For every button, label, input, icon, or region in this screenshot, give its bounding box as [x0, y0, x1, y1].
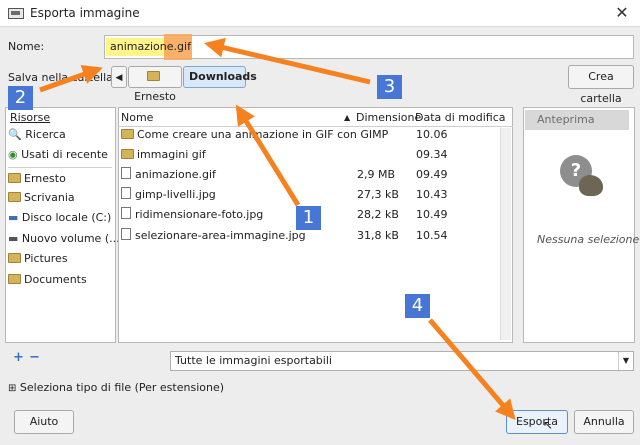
file-date: 10.06 — [416, 128, 448, 141]
file-date: 09.49 — [416, 168, 448, 181]
file-icon — [121, 207, 131, 219]
sidebar-item-label: Disco locale (C:) — [21, 211, 112, 224]
file-size: 27,3 kB — [357, 188, 399, 201]
sidebar-item-scrivania[interactable]: Scrivania — [8, 189, 112, 207]
annotation-badge-1: 1 — [296, 206, 321, 230]
file-size: 28,2 kB — [357, 208, 399, 221]
folder-icon — [147, 71, 160, 81]
file-name: selezionare-area-immagine.jpg — [135, 229, 306, 242]
help-button[interactable]: Aiuto — [14, 410, 74, 434]
sidebar-item-label: Pictures — [24, 252, 68, 265]
drive-icon: ▬ — [8, 232, 19, 245]
expander-icon: ⊞ — [8, 383, 17, 394]
window-title: Esporta immagine — [30, 6, 140, 20]
file-row[interactable]: animazione.gif — [121, 165, 353, 185]
file-name: animazione.gif — [135, 168, 216, 181]
file-list-scrollbar[interactable] — [500, 128, 511, 340]
folder-icon — [8, 192, 21, 202]
folder-icon — [121, 149, 134, 159]
sidebar-item-label: Nuovo volume (... — [21, 232, 120, 245]
sidebar-item-nuovo-volume[interactable]: ▬ Nuovo volume (... — [8, 230, 120, 248]
folder-icon — [121, 129, 134, 139]
add-bookmark-button[interactable]: + — [13, 350, 24, 365]
filename-base: animazione — [110, 40, 174, 53]
file-type-expander[interactable]: ⊞ Seleziona tipo di file (Per estensione… — [8, 381, 224, 394]
sidebar-item-ricerca[interactable]: 🔍 Ricerca — [8, 126, 112, 144]
file-name: Come creare una animazione in GIF con GI… — [137, 128, 389, 141]
remove-bookmark-button[interactable]: − — [29, 350, 40, 365]
folder-icon — [8, 274, 21, 284]
column-label: Nome — [121, 111, 154, 124]
filename-value: animazione.gif — [110, 40, 191, 53]
close-icon[interactable]: ✕ — [610, 2, 634, 24]
file-filter-select[interactable]: Tutte le immagini esportabili — [170, 351, 634, 371]
sidebar-item-label: Ricerca — [25, 128, 66, 141]
search-icon: 🔍 — [8, 128, 22, 141]
recent-icon: ◉ — [8, 148, 18, 161]
filter-value: Tutte le immagini esportabili — [175, 354, 332, 367]
preview-empty-text: Nessuna selezione — [537, 233, 640, 246]
preview-pane — [523, 107, 635, 343]
sidebar-item-ernesto[interactable]: Ernesto — [8, 170, 112, 188]
filename-extension: gif — [177, 40, 191, 53]
breadcrumb-downloads[interactable]: Downloads — [183, 66, 257, 88]
file-date: 10.43 — [416, 188, 448, 201]
file-date: 10.54 — [416, 229, 448, 242]
sidebar-item-label: Usati di recente — [21, 148, 108, 161]
sidebar-item-label: Documents — [24, 273, 87, 286]
sidebar-item-recent[interactable]: ◉ Usati di recente — [8, 146, 112, 164]
file-icon — [121, 228, 131, 240]
cancel-button[interactable]: Annulla — [574, 410, 634, 434]
preview-header: Anteprima — [525, 110, 629, 130]
annotation-badge-2: 2 — [8, 86, 33, 110]
sort-ascending-icon: ▲ — [344, 113, 351, 122]
sidebar-item-disco-locale[interactable]: ▬ Disco locale (C:) — [8, 209, 112, 227]
folder-icon — [8, 173, 21, 183]
image-export-icon — [8, 8, 24, 19]
column-header-size[interactable]: Dimensione — [356, 109, 421, 126]
column-header-date[interactable]: Data di modifica — [415, 109, 513, 126]
mascot-icon — [579, 175, 603, 196]
file-row[interactable]: gimp-livelli.jpg — [121, 185, 353, 205]
name-label: Nome: — [8, 40, 45, 53]
mouse-cursor-icon: ↖ — [543, 418, 554, 432]
places-header: Risorse — [10, 111, 51, 124]
file-size: 2,9 MB — [357, 168, 396, 181]
file-name: ridimensionare-foto.jpg — [135, 208, 264, 221]
sidebar-separator — [8, 167, 112, 168]
column-header-name[interactable]: Nome — [121, 109, 353, 126]
sidebar-item-label: Scrivania — [24, 191, 75, 204]
drive-icon: ▬ — [8, 211, 19, 224]
annotation-badge-3: 3 — [377, 75, 402, 99]
file-name: gimp-livelli.jpg — [135, 188, 216, 201]
file-type-label: Seleziona tipo di file (Per estensione) — [19, 381, 225, 394]
save-in-folder-label: Salva nella cartella: — [8, 71, 117, 84]
breadcrumb-ernesto[interactable]: Ernesto — [128, 66, 182, 103]
file-size: 31,8 kB — [357, 229, 399, 242]
sidebar-item-documents[interactable]: Documents — [8, 271, 112, 289]
breadcrumb-label: Ernesto — [134, 90, 176, 103]
chevron-down-icon[interactable]: ▼ — [618, 352, 633, 370]
annotation-badge-4: 4 — [405, 294, 430, 318]
file-name: immagini gif — [137, 148, 206, 161]
file-icon — [121, 187, 131, 199]
sidebar-item-label: Ernesto — [24, 172, 66, 185]
breadcrumb-back-button[interactable]: ◀ — [111, 66, 127, 88]
file-icon — [121, 167, 131, 179]
folder-icon — [8, 253, 21, 263]
file-row[interactable]: Come creare una animazione in GIF con GI… — [121, 125, 388, 145]
file-date: 09.34 — [416, 148, 448, 161]
file-row[interactable]: immagini gif — [121, 145, 353, 165]
file-date: 10.49 — [416, 208, 448, 221]
sidebar-item-pictures[interactable]: Pictures — [8, 250, 112, 268]
create-folder-button[interactable]: Crea cartella — [568, 65, 634, 105]
export-button[interactable]: Esporta — [506, 410, 568, 434]
